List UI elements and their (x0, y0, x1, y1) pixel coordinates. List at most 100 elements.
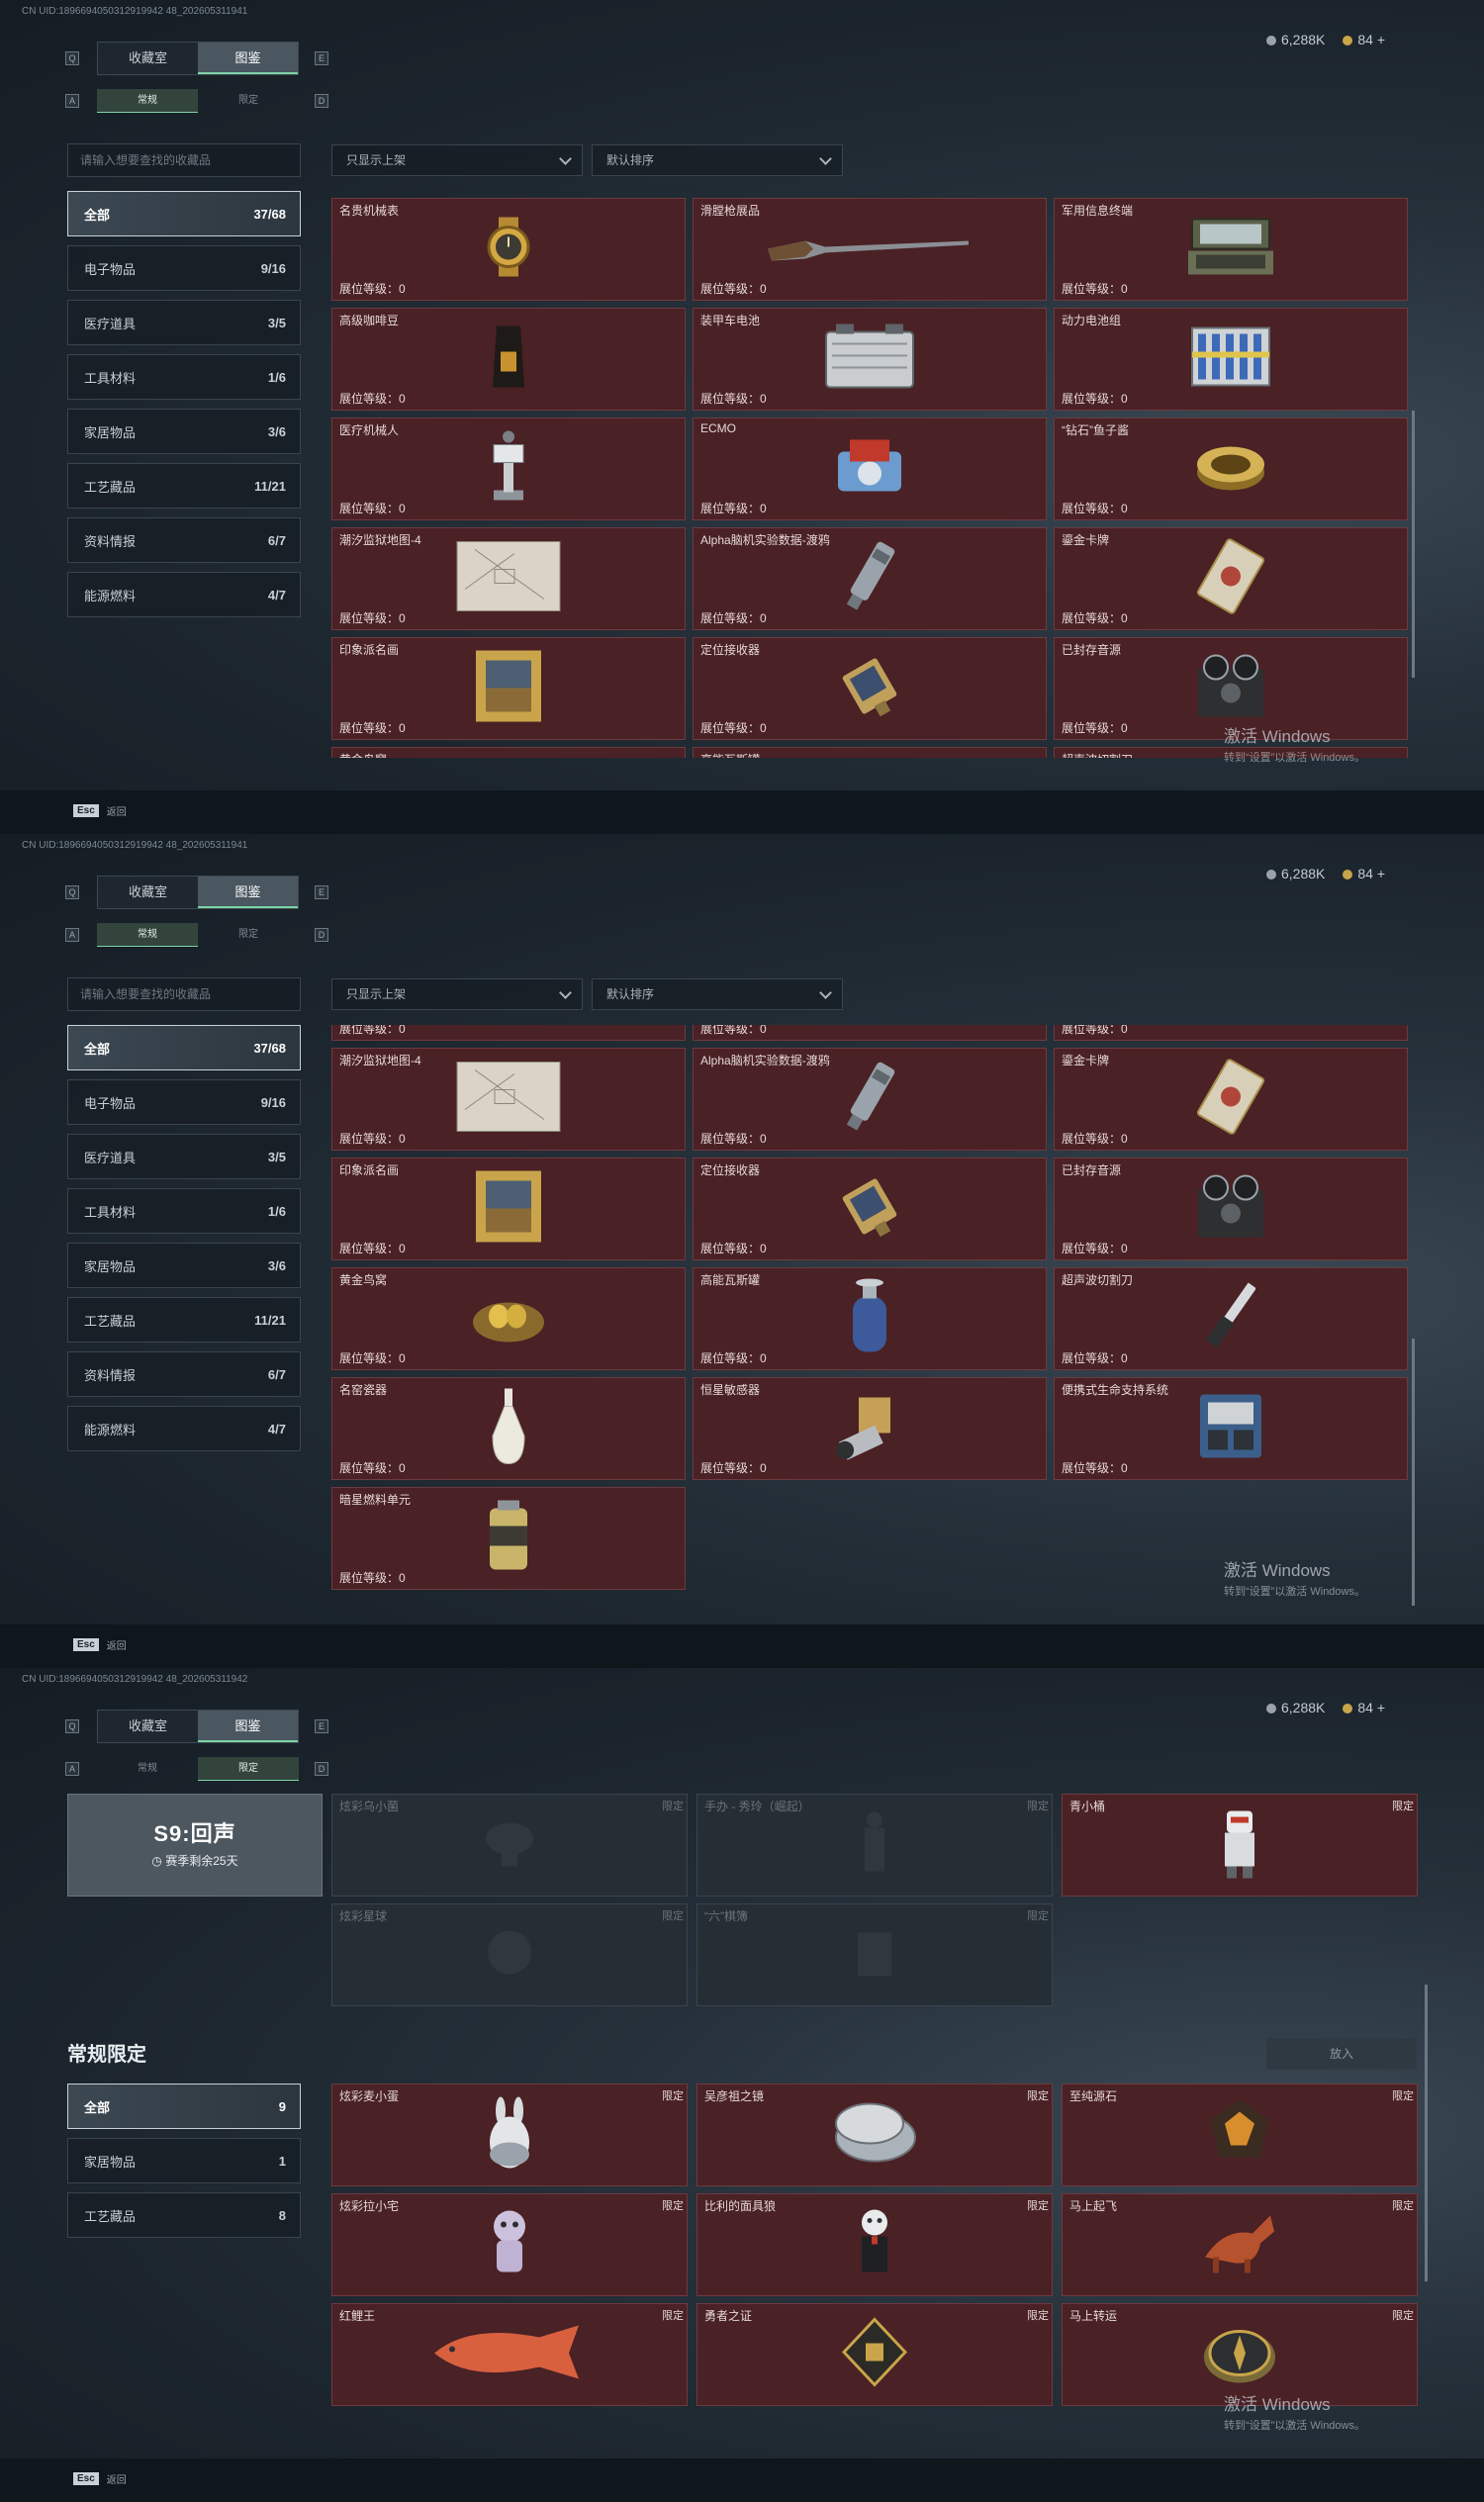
category-item[interactable]: 全部 37/68 (67, 1025, 301, 1070)
item-card[interactable]: 名窑瓷器 展位等级：0 (331, 1377, 686, 1480)
item-card[interactable]: 动力电池组 展位等级：0 (1054, 308, 1408, 411)
back-button[interactable]: Esc 返回 (73, 803, 127, 818)
category-item[interactable]: 能源燃料 4/7 (67, 1406, 301, 1451)
item-card[interactable]: 印象派名画 展位等级：0 (331, 1158, 686, 1260)
item-card[interactable]: 装甲车电池 展位等级：0 (693, 308, 1047, 411)
item-card[interactable]: “钻石”鱼子酱 展位等级：0 (1054, 417, 1408, 520)
gold-currency[interactable]: 84 + (1343, 1700, 1385, 1715)
item-name: 已封存音源 (1062, 1163, 1122, 1177)
tab-catalog[interactable]: 图鉴 (198, 43, 298, 74)
subtab-limited[interactable]: 限定 (198, 923, 299, 947)
item-card[interactable]: 便携式生命支持系统 展位等级：0 (1054, 1377, 1408, 1480)
item-card[interactable]: 高能瓦斯罐展位等级：0 (693, 747, 1047, 758)
item-card[interactable]: 吴彦祖之镜 限定 (696, 2084, 1053, 2186)
item-card[interactable]: 炫彩乌小菌 限定 (331, 1794, 688, 1897)
item-name: 高级咖啡豆 (339, 314, 400, 327)
scrollbar[interactable] (1425, 1985, 1428, 2281)
put-in-button[interactable]: 放入 (1266, 2038, 1417, 2070)
item-card[interactable]: 印象派名画 展位等级：0 (331, 637, 686, 740)
item-card[interactable]: 定位接收器 展位等级：0 (693, 1158, 1047, 1260)
subtab-regular[interactable]: 常规 (97, 923, 198, 947)
tab-catalog[interactable]: 图鉴 (198, 877, 298, 908)
filter-dropdown[interactable]: 只显示上架 (331, 978, 583, 1010)
season-banner[interactable]: S9:回声 ◷ 赛季剩余25天 (67, 1794, 323, 1897)
item-card[interactable]: 鎏金卡牌 展位等级：0 (1054, 1048, 1408, 1151)
item-card[interactable]: 炫彩拉小宅 限定 (331, 2193, 688, 2296)
item-card[interactable]: 暗星燃料单元 展位等级：0 (331, 1487, 686, 1590)
back-button[interactable]: Esc 返回 (73, 2471, 127, 2486)
item-name: 潮汐监狱地图-4 (339, 533, 421, 547)
item-card[interactable]: 勇者之证 限定 (696, 2303, 1053, 2406)
category-item[interactable]: 工艺藏品 8 (67, 2192, 301, 2238)
category-item[interactable]: 医疗道具 3/5 (67, 300, 301, 345)
gold-currency[interactable]: 84 + (1343, 866, 1385, 881)
category-count: 37/68 (253, 206, 286, 222)
item-card-partial[interactable]: 展位等级：0 (331, 1025, 686, 1041)
category-item[interactable]: 工艺藏品 11/21 (67, 463, 301, 509)
item-card[interactable]: Alpha脑机实验数据-渡鸦 展位等级：0 (693, 1048, 1047, 1151)
item-card[interactable]: 手办 - 秀玲（崛起） 限定 (696, 1794, 1053, 1897)
category-item[interactable]: 电子物品 9/16 (67, 1079, 301, 1125)
item-card[interactable]: 黄金鸟窝展位等级：0 (331, 747, 686, 758)
item-card[interactable]: 炫彩星球 限定 (331, 1903, 688, 2006)
category-item[interactable]: 医疗道具 3/5 (67, 1134, 301, 1179)
back-button[interactable]: Esc 返回 (73, 1637, 127, 1652)
item-card[interactable]: 高级咖啡豆 展位等级：0 (331, 308, 686, 411)
item-card[interactable]: 黄金鸟窝展位等级：0 (331, 1267, 686, 1370)
item-card[interactable]: 青小桶 限定 (1062, 1794, 1418, 1897)
subtab-regular[interactable]: 常规 (97, 1757, 198, 1781)
item-card[interactable]: 滑膛枪展品 展位等级：0 (693, 198, 1047, 301)
item-card[interactable]: 恒星敏感器 展位等级：0 (693, 1377, 1047, 1480)
item-card-partial[interactable]: 展位等级：0 (693, 1025, 1047, 1041)
item-card[interactable]: 鎏金卡牌 展位等级：0 (1054, 527, 1408, 630)
item-card[interactable]: 超声波切割刀展位等级：0 (1054, 1267, 1408, 1370)
filter-dropdown[interactable]: 只显示上架 (331, 144, 583, 176)
item-card[interactable]: 定位接收器 展位等级：0 (693, 637, 1047, 740)
tab-collection-room[interactable]: 收藏室 (98, 43, 198, 74)
item-card[interactable]: 潮汐监狱地图-4 展位等级：0 (331, 1048, 686, 1151)
item-card[interactable]: 马上起飞 限定 (1062, 2193, 1418, 2296)
search-input[interactable]: 请输入想要查找的收藏品 (67, 977, 301, 1011)
category-item[interactable]: 能源燃料 4/7 (67, 572, 301, 617)
scrollbar[interactable] (1412, 1339, 1415, 1606)
item-card-partial[interactable]: 展位等级：0 (1054, 1025, 1408, 1041)
category-item[interactable]: 家居物品 3/6 (67, 409, 301, 454)
limited-tag: 限定 (1027, 2200, 1049, 2212)
category-item[interactable]: 家居物品 3/6 (67, 1243, 301, 1288)
category-item[interactable]: 全部 37/68 (67, 191, 301, 236)
item-card[interactable]: 军用信息终端 展位等级：0 (1054, 198, 1408, 301)
category-item[interactable]: 家居物品 1 (67, 2138, 301, 2183)
subtab-limited[interactable]: 限定 (198, 89, 299, 113)
limited-tag: 限定 (1392, 2200, 1414, 2212)
item-card[interactable]: “六”棋簿 限定 (696, 1903, 1053, 2006)
item-card[interactable]: 高能瓦斯罐展位等级：0 (693, 1267, 1047, 1370)
tab-collection-room[interactable]: 收藏室 (98, 1711, 198, 1742)
sort-dropdown[interactable]: 默认排序 (592, 978, 843, 1010)
subtab-limited[interactable]: 限定 (198, 1757, 299, 1781)
sort-dropdown[interactable]: 默认排序 (592, 144, 843, 176)
item-card[interactable]: Alpha脑机实验数据-渡鸦 展位等级：0 (693, 527, 1047, 630)
item-card[interactable]: 比利的面具狼 限定 (696, 2193, 1053, 2296)
item-card[interactable]: ECMO 展位等级：0 (693, 417, 1047, 520)
item-card[interactable]: 医疗机械人 展位等级：0 (331, 417, 686, 520)
category-item[interactable]: 工具材料 1/6 (67, 1188, 301, 1234)
gold-currency[interactable]: 84 + (1343, 32, 1385, 47)
scrollbar[interactable] (1412, 411, 1415, 678)
badge-icon (841, 2317, 908, 2392)
category-item[interactable]: 工具材料 1/6 (67, 354, 301, 400)
item-card[interactable]: 红鲤王 限定 (331, 2303, 688, 2406)
subtab-regular[interactable]: 常规 (97, 89, 198, 113)
item-card[interactable]: 名贵机械表 展位等级：0 (331, 198, 686, 301)
search-input[interactable]: 请输入想要查找的收藏品 (67, 143, 301, 177)
tab-catalog[interactable]: 图鉴 (198, 1711, 298, 1742)
item-card[interactable]: 潮汐监狱地图-4 展位等级：0 (331, 527, 686, 630)
category-item[interactable]: 工艺藏品 11/21 (67, 1297, 301, 1343)
category-item[interactable]: 电子物品 9/16 (67, 245, 301, 291)
item-card[interactable]: 已封存音源 展位等级：0 (1054, 1158, 1408, 1260)
tab-collection-room[interactable]: 收藏室 (98, 877, 198, 908)
category-item[interactable]: 全部 9 (67, 2084, 301, 2129)
category-item[interactable]: 资料情报 6/7 (67, 517, 301, 563)
item-card[interactable]: 炫彩麦小蛋 限定 (331, 2084, 688, 2186)
category-item[interactable]: 资料情报 6/7 (67, 1351, 301, 1397)
item-card[interactable]: 至纯源石 限定 (1062, 2084, 1418, 2186)
